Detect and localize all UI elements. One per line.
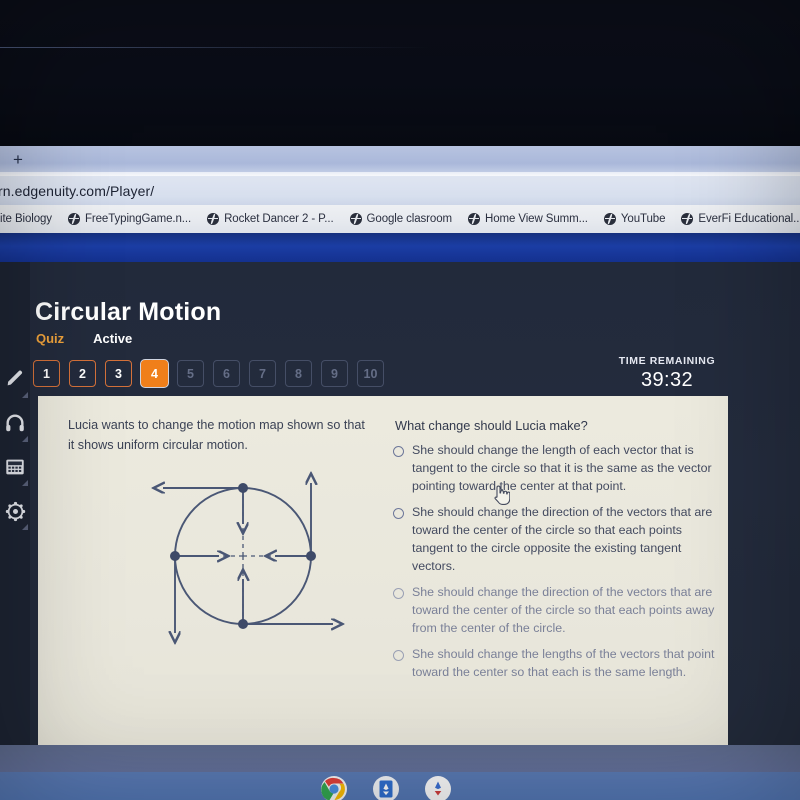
- question-pill-9[interactable]: 9: [321, 360, 348, 387]
- question-stem: Lucia wants to change the motion map sho…: [68, 418, 365, 452]
- answer-option-c-label: She should change the direction of the v…: [412, 584, 715, 635]
- question-pill-10[interactable]: 10: [357, 360, 384, 387]
- highlighter-icon[interactable]: [0, 357, 30, 401]
- quiz-type-label: Quiz: [36, 331, 65, 346]
- answer-option-d-label: She should change the lengths of the vec…: [412, 646, 715, 679]
- bookmark-item[interactable]: FreeTypingGame.n...: [60, 213, 199, 225]
- bookmark-label: Home View Summ...: [484, 213, 588, 225]
- bookmark-label: FreeTypingGame.n...: [84, 213, 192, 225]
- question-pill-6[interactable]: 6: [213, 360, 240, 387]
- question-card: Lucia wants to change the motion map sho…: [38, 396, 728, 745]
- question-pill-7[interactable]: 7: [249, 360, 276, 387]
- site-header-band: [0, 233, 800, 262]
- quiz-status-label: Active: [93, 331, 133, 346]
- answer-option-a[interactable]: She should change the length of each vec…: [393, 442, 723, 496]
- chrome-icon[interactable]: [320, 775, 348, 800]
- question-pill-4[interactable]: 4: [141, 360, 168, 387]
- answer-option-b-label: She should change the direction of the v…: [412, 504, 713, 573]
- globe-icon: [67, 213, 80, 225]
- answer-option-c[interactable]: She should change the direction of the v…: [393, 584, 723, 638]
- answer-option-a-label: She should change the length of each vec…: [412, 443, 712, 493]
- bookmark-label: EverFi Educational...: [698, 213, 800, 225]
- globe-icon: [603, 213, 616, 225]
- bookmark-item[interactable]: YouTube: [596, 213, 674, 225]
- rail-corner-marker: [22, 524, 28, 530]
- question-pill-2[interactable]: 2: [69, 360, 96, 387]
- bookmark-item[interactable]: ite Biology: [0, 213, 60, 225]
- radio-button-b[interactable]: [393, 507, 404, 519]
- radio-button-a[interactable]: [393, 446, 404, 457]
- headphones-icon[interactable]: [0, 401, 30, 445]
- quiz-meta: Quiz Active: [36, 331, 132, 346]
- answer-options: She should change the length of each vec…: [393, 442, 723, 690]
- time-remaining-label: TIME REMAINING: [618, 355, 716, 367]
- bookmark-item[interactable]: EverFi Educational...: [673, 213, 800, 225]
- time-remaining-value: 39:32: [640, 369, 694, 391]
- question-navigator: 1 2 3 4 5 6 7 8 9 10: [33, 360, 384, 387]
- bookmark-label: ite Biology: [0, 213, 52, 225]
- calculator-icon[interactable]: [0, 445, 30, 489]
- page-title: Circular Motion: [35, 298, 222, 326]
- globe-icon: [467, 213, 480, 225]
- bookmark-item[interactable]: Google clasroom: [342, 213, 460, 225]
- radio-button-d[interactable]: [393, 649, 404, 661]
- globe-icon: [349, 213, 362, 225]
- answer-option-d[interactable]: She should change the lengths of the vec…: [393, 646, 723, 682]
- rail-corner-marker: [22, 436, 28, 442]
- rail-corner-marker: [22, 392, 28, 398]
- bookmark-item[interactable]: Home View Summ...: [460, 213, 596, 225]
- bookmark-label: Rocket Dancer 2 - P...: [224, 213, 334, 225]
- globe-icon: [681, 213, 694, 225]
- bookmark-label: Google clasroom: [366, 213, 453, 225]
- app-icon-blue[interactable]: [372, 775, 400, 800]
- shelf-icon-row: [320, 775, 452, 800]
- tool-rail: [0, 262, 30, 745]
- bookmark-label: YouTube: [620, 213, 666, 225]
- screen-bezel-top: [0, 0, 800, 146]
- atom-icon[interactable]: [0, 489, 30, 533]
- globe-icon: [207, 213, 220, 225]
- question-prompt: What change should Lucia make?: [395, 418, 588, 433]
- bookmarks-bar: ite Biology FreeTypingGame.n... Rocket D…: [0, 205, 800, 233]
- question-pill-5[interactable]: 5: [177, 360, 204, 387]
- radio-button-c[interactable]: [393, 587, 404, 599]
- question-pill-1[interactable]: 1: [33, 360, 60, 387]
- question-pill-8[interactable]: 8: [285, 360, 312, 387]
- motion-map-circle: [143, 461, 373, 661]
- bezel-glare: [0, 47, 430, 48]
- desktop-shelf-upper: [0, 745, 800, 772]
- address-bar-url[interactable]: rn.edgenuity.com/Player/: [0, 182, 298, 200]
- answer-option-b[interactable]: She should change the direction of the v…: [393, 504, 723, 576]
- time-remaining: TIME REMAINING 39:32: [587, 355, 747, 392]
- question-pill-3[interactable]: 3: [105, 360, 132, 387]
- bookmark-item[interactable]: Rocket Dancer 2 - P...: [199, 213, 341, 225]
- browser-tab-strip: [0, 146, 800, 175]
- rail-corner-marker: [22, 480, 28, 486]
- app-icon-white[interactable]: [424, 775, 452, 800]
- new-tab-button[interactable]: +: [8, 150, 28, 170]
